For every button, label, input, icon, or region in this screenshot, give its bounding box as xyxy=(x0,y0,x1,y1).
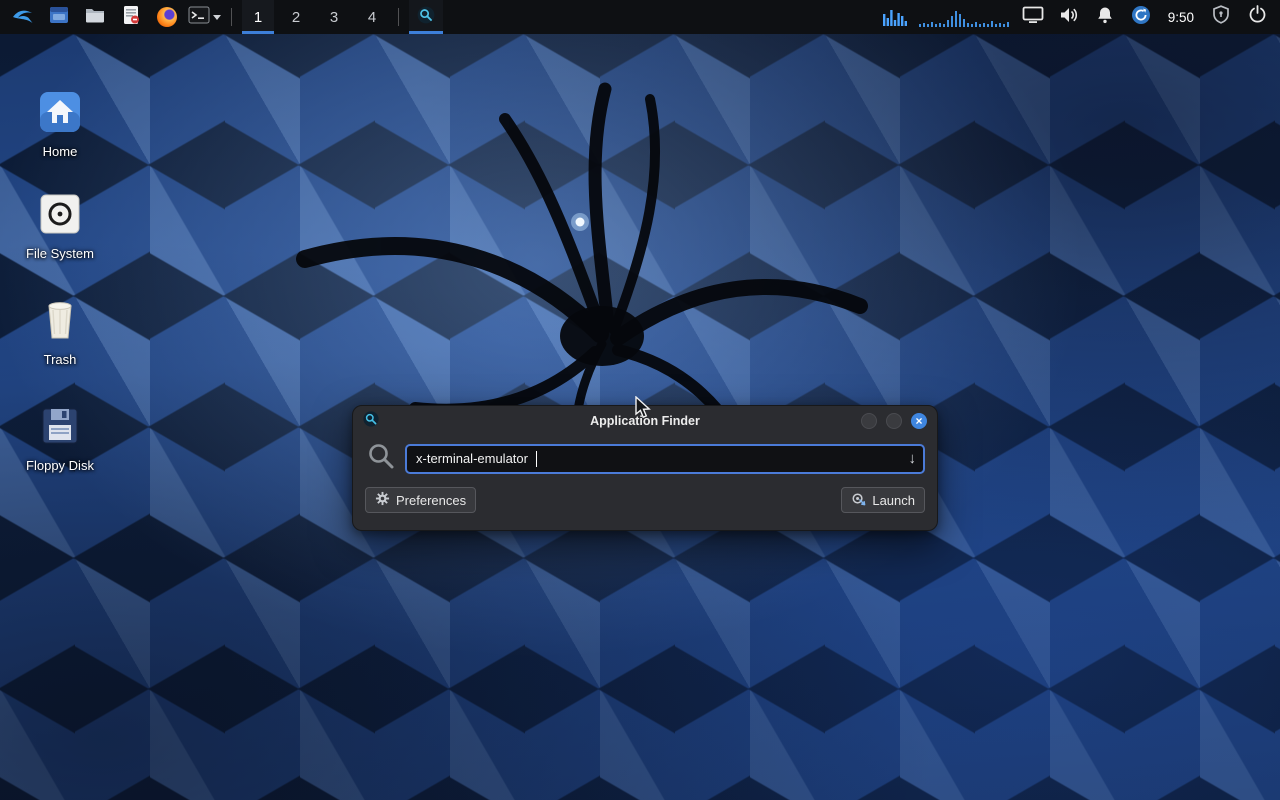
display-settings-button[interactable] xyxy=(1018,2,1048,32)
firefox-launcher[interactable] xyxy=(152,2,182,32)
files-launcher[interactable] xyxy=(80,2,110,32)
launch-button[interactable]: Launch xyxy=(841,487,925,513)
text-caret xyxy=(536,451,537,467)
launch-icon xyxy=(851,491,866,509)
window-magnifier-icon xyxy=(363,411,379,432)
floppy-disk-icon xyxy=(38,404,82,453)
audio-visualizer-icon xyxy=(882,6,908,28)
workspace-label: 2 xyxy=(292,9,300,26)
titlebar[interactable]: Application Finder × xyxy=(353,406,937,436)
update-refresh-icon xyxy=(1131,5,1151,30)
window-controls: × xyxy=(861,413,927,429)
close-button[interactable]: × xyxy=(911,413,927,429)
preferences-button[interactable]: Preferences xyxy=(365,487,476,513)
display-icon xyxy=(1022,6,1044,29)
magnifier-icon xyxy=(417,6,435,29)
workspace-button-3[interactable]: 3 xyxy=(318,0,350,34)
panel-separator xyxy=(231,8,232,26)
updates-button[interactable] xyxy=(1126,2,1156,32)
shield-icon xyxy=(1212,5,1230,29)
kali-menu-button[interactable] xyxy=(8,2,38,32)
clock[interactable]: 9:50 xyxy=(1162,2,1200,32)
window-title: Application Finder xyxy=(353,414,937,428)
desktop-icon-floppy-disk[interactable]: Floppy Disk xyxy=(14,404,106,473)
desktop-icon-label: Trash xyxy=(44,353,77,367)
security-indicator[interactable] xyxy=(1206,2,1236,32)
text-editor-icon xyxy=(121,5,141,30)
desktop-icon-label: Home xyxy=(43,145,78,159)
file-system-icon xyxy=(38,192,82,241)
home-icon xyxy=(38,90,82,139)
desktop-icon-label: Floppy Disk xyxy=(26,459,94,473)
desktop-icon-trash[interactable]: Trash xyxy=(14,298,106,367)
search-input[interactable]: x-terminal-emulator ↓ xyxy=(405,444,925,474)
workspace-button-1[interactable]: 1 xyxy=(242,0,274,34)
desktop-icon-home[interactable]: Home xyxy=(14,90,106,159)
volume-button[interactable] xyxy=(1054,2,1084,32)
workspace-label: 4 xyxy=(368,9,376,26)
desktop: Home File System Trash Floppy Disk xyxy=(0,34,1280,800)
notifications-button[interactable] xyxy=(1090,2,1120,32)
screen: 1 2 3 4 xyxy=(0,0,1280,800)
launch-label: Launch xyxy=(872,493,915,508)
desktop-icon-file-system[interactable]: File System xyxy=(14,192,106,261)
search-row: x-terminal-emulator ↓ xyxy=(353,436,937,475)
terminal-launcher[interactable] xyxy=(188,2,221,32)
search-input-value: x-terminal-emulator xyxy=(416,451,528,466)
gear-icon xyxy=(375,491,390,509)
audio-visualizer[interactable] xyxy=(880,2,910,32)
desktop-icon-label: File System xyxy=(26,247,94,261)
trash-icon xyxy=(38,298,82,347)
file-manager-icon xyxy=(49,5,69,30)
application-finder-window: Application Finder × x-terminal-emulator… xyxy=(352,405,938,531)
power-icon xyxy=(1248,5,1267,29)
text-editor-launcher[interactable] xyxy=(116,2,146,32)
workspace-button-2[interactable]: 2 xyxy=(280,0,312,34)
close-icon: × xyxy=(915,415,922,427)
workspace-label: 3 xyxy=(330,9,338,26)
maximize-button[interactable] xyxy=(886,413,902,429)
bell-icon xyxy=(1096,6,1114,29)
logout-button[interactable] xyxy=(1242,2,1272,32)
dropdown-arrow-icon[interactable]: ↓ xyxy=(909,450,917,467)
clock-text: 9:50 xyxy=(1168,10,1194,25)
taskbar-item-application-finder[interactable] xyxy=(409,0,443,34)
network-monitor-icon xyxy=(917,6,1011,28)
dialog-button-row: Preferences Launch xyxy=(353,475,937,513)
folder-icon xyxy=(85,5,105,30)
top-panel: 1 2 3 4 xyxy=(0,0,1280,34)
minimize-button[interactable] xyxy=(861,413,877,429)
search-icon xyxy=(367,442,395,475)
preferences-label: Preferences xyxy=(396,493,466,508)
kali-logo-icon xyxy=(11,3,35,32)
workspace-button-4[interactable]: 4 xyxy=(356,0,388,34)
firefox-icon xyxy=(157,7,177,27)
workspace-label: 1 xyxy=(254,9,262,26)
file-manager-launcher[interactable] xyxy=(44,2,74,32)
panel-separator xyxy=(398,8,399,26)
speaker-icon xyxy=(1059,6,1079,29)
terminal-icon xyxy=(188,5,210,30)
network-monitor[interactable] xyxy=(916,2,1012,32)
terminal-dropdown-arrow-icon[interactable] xyxy=(213,15,221,20)
